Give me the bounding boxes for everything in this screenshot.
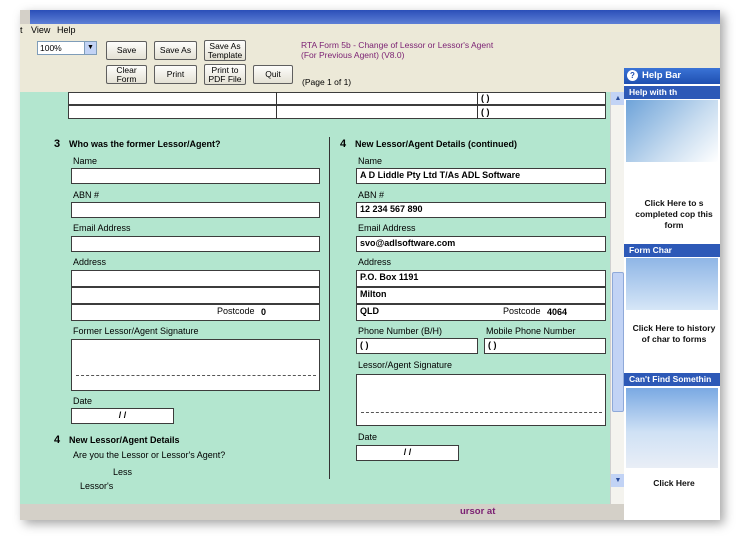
signature-line	[361, 412, 602, 413]
form-changes-head: Form Char	[624, 244, 720, 257]
menu-edit[interactable]: t	[20, 25, 23, 35]
new-name-input[interactable]: A D Liddle Pty Ltd T/As ADL Software	[356, 168, 606, 184]
section-4-continued-number: 4	[340, 138, 347, 150]
new-address-line1[interactable]: P.O. Box 1191	[356, 270, 606, 287]
help-link-completed-copy[interactable]: Click Here to s completed cop this form	[628, 198, 720, 231]
phone-field-1[interactable]: ( )	[481, 93, 490, 103]
phone-field-2[interactable]: ( )	[481, 107, 490, 117]
new-signature-box[interactable]	[356, 374, 606, 426]
section-3-title: Who was the former Lessor/Agent?	[69, 139, 221, 149]
menu-view[interactable]: View	[31, 25, 50, 35]
help-link-cant-find[interactable]: Click Here	[628, 478, 720, 489]
help-section-head: Help with th	[624, 86, 720, 99]
former-signature-label: Former Lessor/Agent Signature	[73, 326, 199, 336]
print-to-pdf-button[interactable]: Print to PDF File	[204, 64, 246, 85]
page-indicator: (Page 1 of 1)	[302, 77, 352, 87]
documents-image	[626, 100, 718, 162]
table-row[interactable]	[68, 92, 606, 105]
help-panel: ? Help Bar Help with th Click Here to s …	[624, 68, 720, 520]
form-changes-image	[626, 258, 718, 310]
vertical-scrollbar[interactable]: ▲ ▼	[610, 92, 625, 504]
app-window: t View Help 100% ▼ Save Save As Save As …	[20, 10, 720, 520]
former-abn-label: ABN #	[73, 190, 100, 200]
lessor-agent-question: Are you the Lessor or Lessor's Agent?	[73, 450, 226, 460]
former-email-input[interactable]	[71, 236, 320, 252]
former-abn-input[interactable]	[71, 202, 320, 218]
status-bar: ursor at	[20, 504, 624, 520]
new-address-line3[interactable]: QLD	[356, 304, 606, 321]
former-date-label: Date	[73, 396, 93, 406]
former-signature-box[interactable]	[71, 339, 320, 391]
menu-bar: t View Help	[20, 24, 720, 38]
form-area: ( ) ( ) 3 Who was the former Lessor/Agen…	[20, 92, 616, 504]
table-row[interactable]	[68, 105, 606, 119]
toolbar: 100% ▼ Save Save As Save As Template Cle…	[20, 37, 720, 92]
former-name-input[interactable]	[71, 168, 320, 184]
cant-find-head: Can't Find Somethin	[624, 373, 720, 386]
mobile-label: Mobile Phone Number	[486, 326, 576, 336]
table-divider	[477, 92, 478, 119]
former-email-label: Email Address	[73, 223, 131, 233]
background-strip	[30, 10, 720, 24]
search-person-image	[626, 388, 718, 468]
new-email-label: Email Address	[358, 223, 416, 233]
help-bar-header: ? Help Bar	[624, 68, 720, 84]
help-link-form-history[interactable]: Click Here to history of char to forms	[628, 323, 720, 345]
table-divider	[276, 92, 277, 119]
new-date-label: Date	[358, 432, 378, 442]
phone-bh-input[interactable]: ( )	[356, 338, 478, 354]
new-email-input[interactable]: svo@adlsoftware.com	[356, 236, 606, 252]
former-address-label: Address	[73, 257, 107, 267]
new-name-label: Name	[358, 156, 383, 166]
new-abn-input[interactable]: 12 234 567 890	[356, 202, 606, 218]
new-postcode-value[interactable]: 4064	[547, 307, 567, 317]
scroll-up-icon[interactable]: ▲	[611, 92, 625, 105]
new-signature-label: Lessor/Agent Signature	[358, 360, 453, 370]
former-address-line3[interactable]	[71, 304, 320, 321]
scroll-down-icon[interactable]: ▼	[611, 474, 625, 487]
save-as-template-button[interactable]: Save As Template	[204, 40, 246, 61]
menu-help[interactable]: Help	[57, 25, 76, 35]
zoom-value: 100%	[40, 43, 62, 53]
print-button[interactable]: Print	[154, 65, 197, 84]
section-3-number: 3	[54, 138, 61, 150]
new-address-line2[interactable]: Milton	[356, 287, 606, 304]
former-postcode-value[interactable]: 0	[261, 307, 266, 317]
former-address-line1[interactable]	[71, 270, 320, 287]
form-title: RTA Form 5b - Change of Lessor or Lessor…	[301, 40, 494, 60]
former-address-line2[interactable]	[71, 287, 320, 304]
help-bar-title: Help Bar	[642, 70, 682, 81]
save-button[interactable]: Save	[106, 41, 147, 60]
new-address-label: Address	[358, 257, 392, 267]
zoom-select[interactable]: 100% ▼	[37, 41, 97, 55]
new-abn-label: ABN #	[358, 190, 385, 200]
save-as-button[interactable]: Save As	[154, 41, 197, 60]
column-divider	[329, 137, 330, 479]
scroll-thumb[interactable]	[612, 272, 624, 412]
section-4-title: New Lessor/Agent Details	[69, 435, 180, 445]
signature-line	[76, 375, 316, 376]
former-name-label: Name	[73, 156, 98, 166]
former-date-input[interactable]: / /	[71, 408, 174, 424]
section-4-continued-title: New Lessor/Agent Details (continued)	[355, 139, 518, 149]
mobile-input[interactable]: ( )	[484, 338, 606, 354]
former-postcode-label: Postcode	[217, 306, 255, 316]
help-question-icon: ?	[627, 70, 638, 81]
section-4-number: 4	[54, 434, 61, 446]
option-lessor[interactable]: Less	[113, 467, 132, 477]
clear-form-button[interactable]: Clear Form	[106, 65, 147, 84]
option-lessor-agent[interactable]: Lessor's	[80, 481, 113, 491]
new-date-input[interactable]: / /	[356, 445, 459, 461]
status-text: ursor at	[460, 506, 496, 517]
new-postcode-label: Postcode	[503, 306, 541, 316]
phone-bh-label: Phone Number (B/H)	[358, 326, 443, 336]
quit-button[interactable]: Quit	[253, 65, 293, 84]
chevron-down-icon[interactable]: ▼	[84, 42, 96, 54]
